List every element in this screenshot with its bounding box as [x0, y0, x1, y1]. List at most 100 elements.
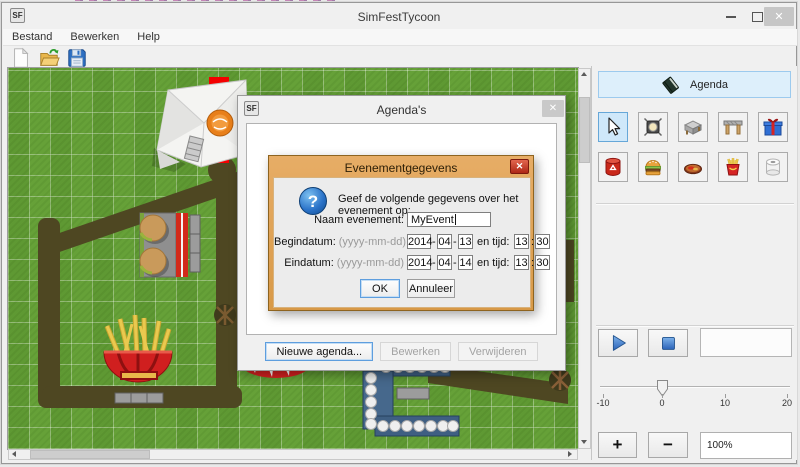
spotlight-icon — [642, 116, 664, 138]
new-document-icon[interactable] — [10, 47, 32, 69]
tool-gift-button[interactable] — [758, 112, 788, 142]
event-name-input[interactable]: MyEvent — [407, 212, 491, 227]
dead-tree[interactable] — [549, 369, 571, 391]
open-file-icon[interactable] — [38, 47, 60, 69]
edit-agenda-button[interactable]: Bewerken — [380, 342, 451, 361]
screen: SF SimFestTycoon ✕ Bestand Bewerken Help — [0, 0, 800, 467]
date-separator: - — [453, 236, 457, 248]
end-hour-field[interactable]: 13 — [514, 255, 529, 270]
start-month-field[interactable]: 04 — [437, 234, 452, 249]
minimize-icon — [726, 16, 736, 18]
start-minute-field[interactable]: 30 — [535, 234, 550, 249]
text-caret — [455, 214, 456, 225]
save-file-icon[interactable] — [66, 47, 88, 69]
bench[interactable] — [397, 388, 429, 399]
event-details-dialog: Evenementgegevens ✕ ? Geef de volgende g… — [268, 155, 534, 311]
scroll-right-icon[interactable] — [568, 451, 572, 457]
end-month-field[interactable]: 04 — [437, 255, 452, 270]
agenda-book-icon — [661, 75, 681, 95]
slider-label-min: -10 — [596, 398, 609, 408]
scroll-down-icon[interactable] — [581, 440, 587, 444]
tool-gate-button[interactable] — [718, 112, 748, 142]
bench[interactable] — [190, 215, 200, 272]
stop-icon — [656, 331, 680, 355]
close-button[interactable]: ✕ — [764, 7, 794, 26]
menu-bewerken[interactable]: Bewerken — [61, 31, 128, 43]
agenda-button[interactable]: Agenda — [598, 71, 791, 98]
scroll-up-icon[interactable] — [581, 72, 587, 76]
cancel-button[interactable]: Annuleer — [407, 279, 455, 298]
start-year-field[interactable]: 2014 — [407, 234, 431, 249]
bench[interactable] — [115, 393, 163, 403]
end-date-label: Eindatum:(yyyy-mm-dd) — [274, 257, 404, 269]
map-vertical-scrollbar[interactable] — [578, 68, 591, 449]
tool-stage-button[interactable] — [678, 112, 708, 142]
name-label: Naam evenement: — [274, 214, 404, 226]
speed-slider-track[interactable] — [600, 386, 790, 388]
gate-icon — [722, 116, 744, 138]
fries-stand[interactable] — [104, 315, 172, 382]
minimize-button[interactable] — [718, 8, 744, 26]
toilet-paper-icon — [762, 156, 784, 178]
tool-snack-dish-button[interactable] — [678, 152, 708, 182]
time-separator: : — [531, 236, 534, 248]
tool-hamburger-button[interactable] — [638, 152, 668, 182]
tool-spotlight-button[interactable] — [638, 112, 668, 142]
gift-icon — [762, 116, 784, 138]
title-bar[interactable]: SF SimFestTycoon ✕ — [2, 3, 796, 29]
slider-label-zero: 0 — [659, 398, 664, 408]
agenda-dialog-buttons: Nieuwe agenda... Bewerken Verwijderen — [238, 342, 565, 361]
start-hour-field[interactable]: 13 — [514, 234, 529, 249]
hamburger-icon — [642, 156, 664, 178]
date-separator: - — [432, 257, 436, 269]
delete-agenda-button[interactable]: Verwijderen — [458, 342, 537, 361]
close-icon: ✕ — [774, 10, 783, 23]
time-separator: : — [531, 257, 534, 269]
stop-button[interactable] — [648, 329, 688, 357]
maximize-icon — [752, 12, 763, 22]
snack-dish-icon — [682, 156, 704, 178]
event-name-value: MyEvent — [411, 214, 454, 226]
tool-fries-button[interactable] — [718, 152, 748, 182]
zoom-in-button[interactable]: + — [598, 432, 637, 458]
date-separator: - — [432, 236, 436, 248]
window-title: SimFestTycoon — [2, 10, 796, 24]
tool-trash-bin-button[interactable] — [598, 152, 628, 182]
menu-help[interactable]: Help — [128, 31, 169, 43]
end-day-field[interactable]: 14 — [458, 255, 473, 270]
ok-button[interactable]: OK — [360, 279, 400, 298]
tent[interactable] — [152, 80, 248, 172]
end-year-field[interactable]: 2014 — [407, 255, 431, 270]
agendas-dialog-title: Agenda's — [238, 103, 565, 117]
agendas-dialog-titlebar[interactable]: SF Agenda's ✕ — [238, 96, 565, 122]
menu-bestand[interactable]: Bestand — [3, 31, 61, 43]
start-time-label: en tijd: — [477, 236, 509, 248]
trash-bin-icon — [602, 156, 624, 178]
map-horizontal-scrollbar[interactable] — [8, 449, 578, 460]
zoom-level-field[interactable]: 100% — [700, 432, 792, 459]
scrollbar-corner — [578, 449, 591, 460]
end-minute-field[interactable]: 30 — [535, 255, 550, 270]
start-day-field[interactable]: 13 — [458, 234, 473, 249]
tool-toilet-paper-button[interactable] — [758, 152, 788, 182]
event-dialog-close-button[interactable]: ✕ — [510, 159, 529, 174]
menu-bar: Bestand Bewerken Help — [3, 29, 797, 46]
end-time-label: en tijd: — [477, 257, 509, 269]
zoom-out-button[interactable]: − — [648, 432, 688, 458]
new-agenda-button[interactable]: Nieuwe agenda... — [265, 342, 373, 361]
cursor-icon — [602, 116, 624, 138]
horizontal-scroll-thumb[interactable] — [30, 450, 150, 459]
panel-separator — [596, 325, 794, 327]
event-dialog-title: Evenementgegevens — [269, 161, 533, 175]
dead-tree[interactable] — [214, 304, 236, 326]
hamburger-stand[interactable] — [140, 213, 188, 277]
play-button[interactable] — [598, 329, 638, 357]
slider-label-ten: 10 — [720, 398, 730, 408]
start-date-label: Begindatum:(yyyy-mm-dd) — [274, 236, 404, 248]
scroll-left-icon[interactable] — [12, 451, 16, 457]
agendas-dialog-close-button[interactable]: ✕ — [542, 100, 564, 117]
vertical-scroll-thumb[interactable] — [579, 97, 590, 163]
tool-cursor-button[interactable] — [598, 112, 628, 142]
fries-icon — [722, 156, 744, 178]
question-icon: ? — [298, 186, 328, 216]
